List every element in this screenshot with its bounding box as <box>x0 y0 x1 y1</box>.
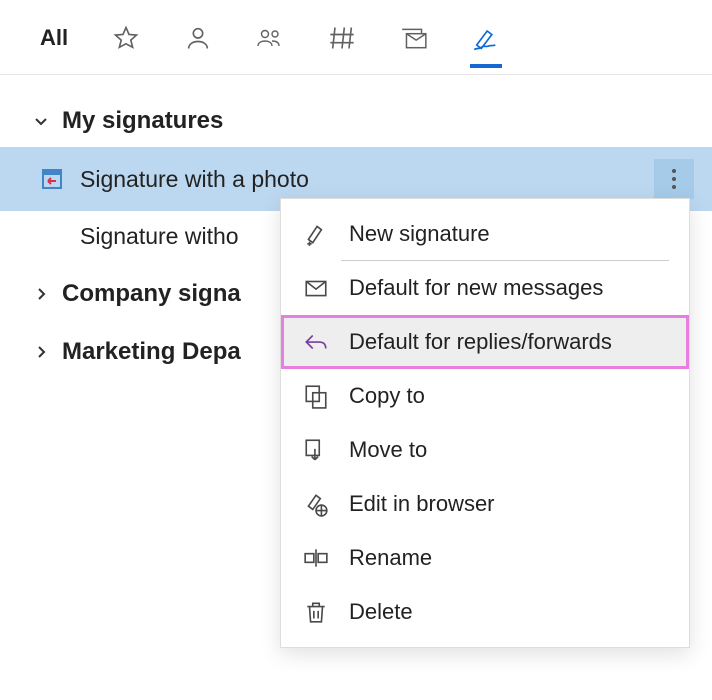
more-options-button[interactable] <box>654 159 694 199</box>
group-my-signatures[interactable]: My signatures <box>0 95 712 147</box>
rename-icon <box>303 545 329 571</box>
tab-signatures[interactable] <box>462 18 510 66</box>
menu-label: Edit in browser <box>349 491 495 517</box>
menu-label: Move to <box>349 437 427 463</box>
menu-edit-browser[interactable]: Edit in browser <box>281 477 689 531</box>
tab-hash[interactable] <box>318 18 366 66</box>
menu-move-to[interactable]: Move to <box>281 423 689 477</box>
menu-default-new[interactable]: Default for new messages <box>281 261 689 315</box>
chevron-right-icon <box>30 344 52 360</box>
context-menu: New signature Default for new messages D… <box>280 198 690 648</box>
trash-icon <box>303 599 329 625</box>
filter-tabbar: All <box>0 0 712 75</box>
tab-people[interactable] <box>246 18 294 66</box>
chevron-down-icon <box>30 113 52 129</box>
tab-person[interactable] <box>174 18 222 66</box>
pen-signature-icon <box>472 24 500 52</box>
chevron-right-icon <box>30 286 52 302</box>
star-icon <box>112 24 140 52</box>
page-arrow-icon <box>40 167 70 191</box>
group-label: My signatures <box>62 107 223 135</box>
hash-icon <box>328 24 356 52</box>
pen-globe-icon <box>303 491 329 517</box>
envelope-icon <box>303 275 329 301</box>
menu-label: Rename <box>349 545 432 571</box>
kebab-icon <box>671 168 677 190</box>
menu-label: New signature <box>349 221 490 247</box>
tab-mail[interactable] <box>390 18 438 66</box>
copy-icon <box>303 383 329 409</box>
people-icon <box>256 24 284 52</box>
menu-label: Delete <box>349 599 413 625</box>
pen-plus-icon <box>303 221 329 247</box>
menu-copy-to[interactable]: Copy to <box>281 369 689 423</box>
person-icon <box>184 24 212 52</box>
menu-new-signature[interactable]: New signature <box>281 207 689 261</box>
tab-all[interactable]: All <box>30 19 78 65</box>
group-label: Company signa <box>62 280 241 308</box>
move-icon <box>303 437 329 463</box>
menu-default-replies[interactable]: Default for replies/forwards <box>281 315 689 369</box>
group-label: Marketing Depa <box>62 338 241 366</box>
menu-delete[interactable]: Delete <box>281 585 689 639</box>
menu-label: Default for new messages <box>349 275 603 301</box>
reply-icon <box>303 329 329 355</box>
mail-action-icon <box>400 24 428 52</box>
menu-label: Default for replies/forwards <box>349 329 612 355</box>
menu-label: Copy to <box>349 383 425 409</box>
signature-item-label: Signature with a photo <box>80 166 309 193</box>
tab-favorites[interactable] <box>102 18 150 66</box>
signature-item-label: Signature witho <box>80 223 239 250</box>
menu-rename[interactable]: Rename <box>281 531 689 585</box>
